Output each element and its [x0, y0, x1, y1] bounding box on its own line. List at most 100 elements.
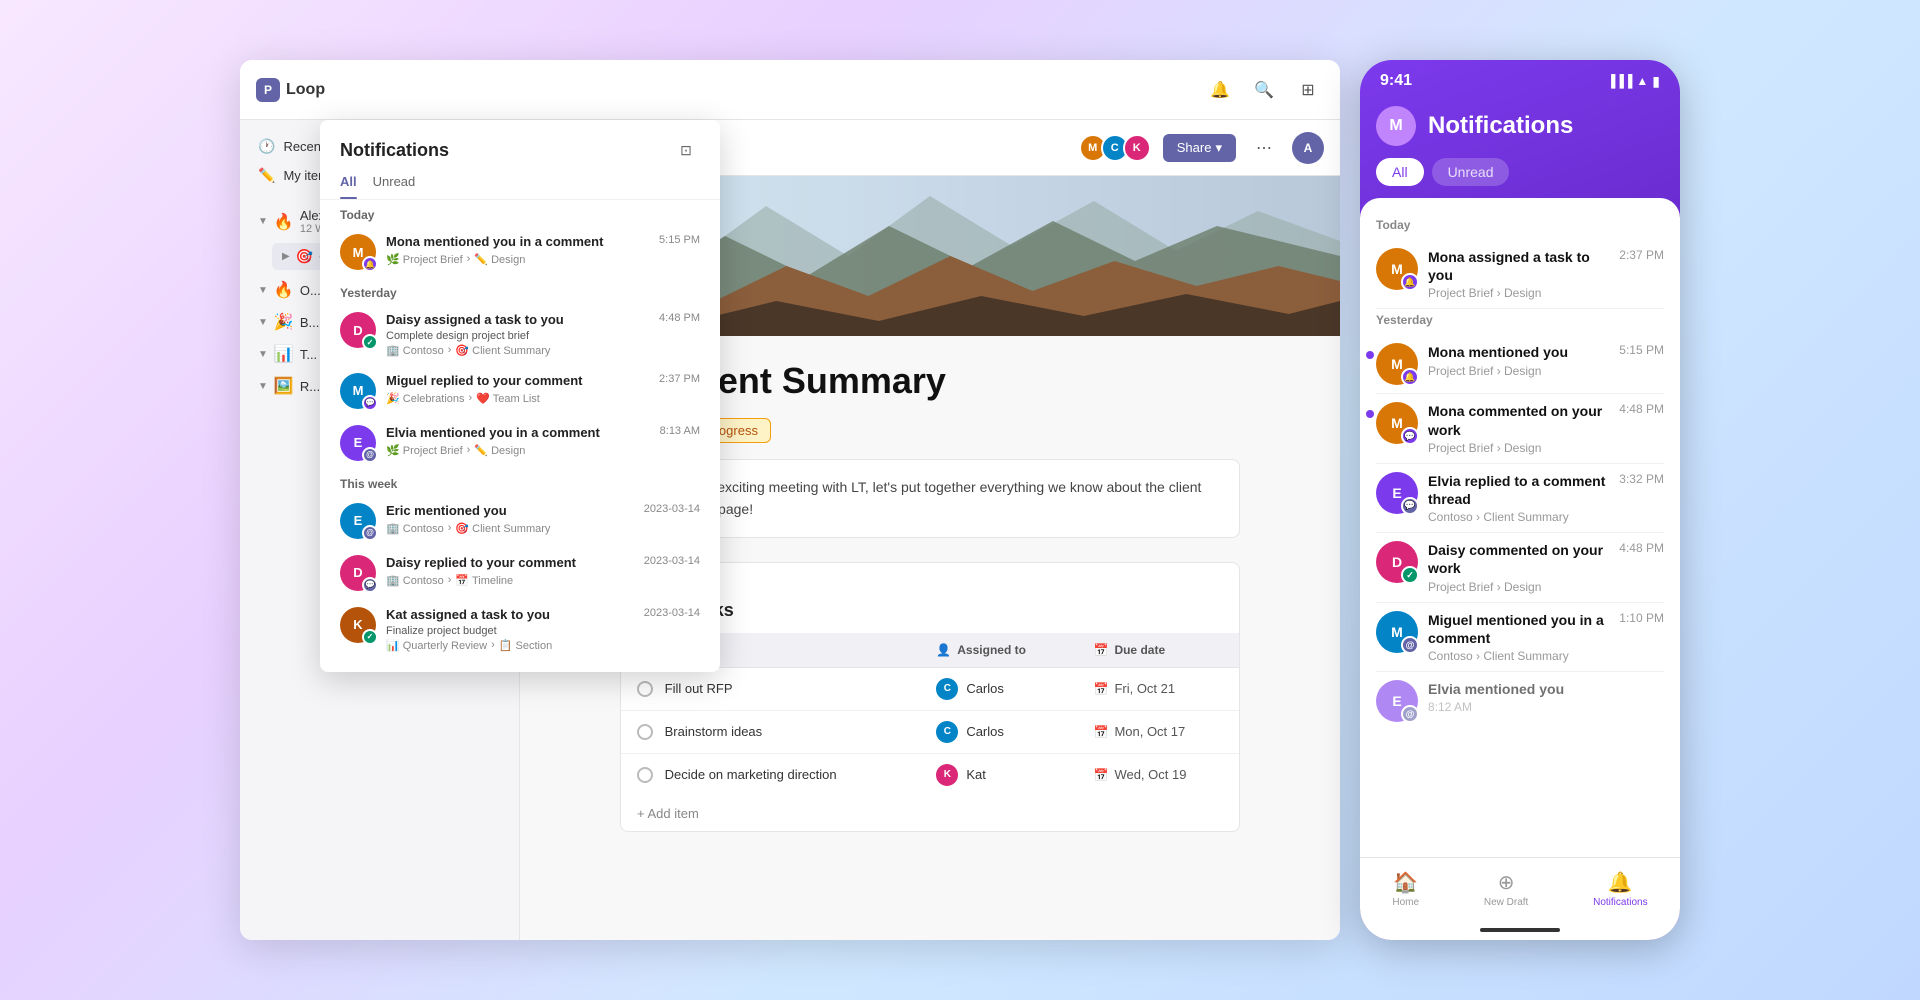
- assignee-1: C Carlos: [936, 678, 1061, 700]
- o-emoji: 🔥: [274, 280, 294, 300]
- notif-avatar-daisy-week: D 💬: [340, 555, 376, 591]
- mobile-notif-item[interactable]: M 🔔 Mona assigned a task to you Project …: [1376, 240, 1664, 309]
- client-emoji: 🎯: [296, 248, 313, 265]
- notif-item[interactable]: M 🔔 Mona mentioned you in a comment 🌿 Pr…: [332, 226, 708, 278]
- mobile-notif-item[interactable]: D ✓ Daisy commented on your work Project…: [1376, 533, 1664, 602]
- notif-tab-all-wrapper: All: [340, 172, 357, 199]
- mobile-notif-item[interactable]: M 🔔 Mona mentioned you Project Brief › D…: [1376, 335, 1664, 394]
- nav-home[interactable]: 🏠 Home: [1380, 866, 1431, 912]
- notif-settings-icon[interactable]: ⊡: [672, 136, 700, 164]
- notif-content-kat: Kat assigned a task to you Finalize proj…: [386, 607, 634, 652]
- elvia-bc1: 🌿 Project Brief: [386, 444, 463, 457]
- breadcrumb-part2: ✏️ Design: [474, 253, 525, 266]
- notif-badge-daisy-week: 💬: [362, 577, 378, 593]
- notif-item[interactable]: D 💬 Daisy replied to your comment 🏢 Cont…: [332, 547, 708, 599]
- search-icon[interactable]: 🔍: [1248, 74, 1280, 106]
- notif-section-today: Today: [332, 200, 708, 226]
- eric-bc1: 🏢 Contoso: [386, 522, 444, 535]
- mobile-user-avatar[interactable]: M: [1376, 106, 1416, 146]
- task-3-name: Decide on marketing direction: [665, 767, 837, 782]
- notif-item[interactable]: E @ Elvia mentioned you in a comment 🌿 P…: [332, 417, 708, 469]
- notifications-nav-icon: 🔔: [1608, 870, 1633, 895]
- mobile-notif-item[interactable]: M @ Miguel mentioned you in a comment Co…: [1376, 603, 1664, 672]
- mobile-notif-name-elvia: Elvia replied to a comment thread: [1428, 472, 1609, 508]
- mobile-notif-name-mona-comm: Mona commented on your work: [1428, 402, 1609, 438]
- mobile-badge-mona-ment: 🔔: [1401, 368, 1419, 386]
- mobile-notif-item[interactable]: M 💬 Mona commented on your work Project …: [1376, 394, 1664, 463]
- mobile-notifications-title: Notifications: [1428, 112, 1664, 140]
- mobile-tab-unread[interactable]: Unread: [1432, 158, 1510, 186]
- notif-badge-kat: ✓: [362, 629, 378, 645]
- daisy-bc2: 🎯 Client Summary: [455, 344, 550, 357]
- notif-tab-unread[interactable]: Unread: [373, 172, 416, 197]
- notif-tab-all[interactable]: All: [340, 172, 357, 197]
- status-icons: ▐▐▐ ▲ ▮: [1607, 73, 1660, 90]
- notif-panel-title: Notifications: [340, 140, 449, 161]
- notif-time-mona-today: 5:15 PM: [659, 234, 700, 246]
- bell-icon[interactable]: 🔔: [1204, 74, 1236, 106]
- notif-text-daisy: Daisy assigned a task to you: [386, 312, 649, 329]
- mobile-avatar-mona-comm: M 💬: [1376, 402, 1418, 444]
- r-label: R...: [300, 379, 320, 394]
- table-row: Decide on marketing direction K Kat: [621, 753, 1239, 796]
- task-2-checkbox[interactable]: [637, 724, 653, 740]
- mobile-notif-item[interactable]: E @ Elvia mentioned you 8:12 AM: [1376, 672, 1664, 730]
- notif-time-daisy-week: 2023-03-14: [644, 555, 700, 567]
- assignee-3-cell: K Kat: [920, 753, 1077, 796]
- task-3-checkbox[interactable]: [637, 767, 653, 783]
- miguel-bc2: ❤️ Team List: [476, 392, 540, 405]
- notif-badge-chat: 💬: [362, 395, 378, 411]
- notif-item[interactable]: M 💬 Miguel replied to your comment 🎉 Cel…: [332, 365, 708, 417]
- due-3-cell: 📅 Wed, Oct 19: [1077, 753, 1239, 796]
- mobile-notif-time-mona-ment: 5:15 PM: [1619, 343, 1664, 357]
- add-item-button[interactable]: + Add item: [621, 796, 1239, 831]
- task-1-checkbox[interactable]: [637, 681, 653, 697]
- more-options-icon[interactable]: ⋯: [1248, 132, 1280, 164]
- mobile-notif-sub-mona-ment: Project Brief › Design: [1428, 364, 1609, 378]
- home-bar: [1480, 928, 1560, 932]
- user-profile-icon[interactable]: A: [1292, 132, 1324, 164]
- mobile-notif-time-miguel: 1:10 PM: [1619, 611, 1664, 625]
- collapse-r-icon: ▼: [258, 381, 268, 392]
- notif-content-miguel: Miguel replied to your comment 🎉 Celebra…: [386, 373, 649, 405]
- t-label: T...: [300, 347, 317, 362]
- assignee-3-avatar: K: [936, 764, 958, 786]
- mobile-notif-time-mona-today: 2:37 PM: [1619, 248, 1664, 262]
- notif-text-eric: Eric mentioned you: [386, 503, 634, 520]
- workspace-emoji: 🔥: [274, 212, 294, 232]
- collapse-b-icon: ▼: [258, 317, 268, 328]
- notif-item[interactable]: D ✓ Daisy assigned a task to you Complet…: [332, 304, 708, 365]
- share-button[interactable]: Share ▾: [1163, 134, 1236, 162]
- daisy-week-bc1: 🏢 Contoso: [386, 574, 444, 587]
- notif-tabs-bar: All Unread: [320, 172, 720, 200]
- mobile-tab-all[interactable]: All: [1376, 158, 1424, 186]
- notif-item[interactable]: E @ Eric mentioned you 🏢 Contoso › 🎯 Cli…: [332, 495, 708, 547]
- notif-text-elvia: Elvia mentioned you in a comment: [386, 425, 650, 442]
- mobile-badge-miguel: @: [1401, 636, 1419, 654]
- col-assignee: 👤 Assigned to: [920, 633, 1077, 668]
- assignee-col-label: Assigned to: [957, 643, 1026, 657]
- share-label: Share: [1177, 140, 1212, 155]
- mobile-notif-sub-daisy: Project Brief › Design: [1428, 580, 1609, 594]
- task-2-cell: Brainstorm ideas: [621, 710, 920, 753]
- expand-icon: ▶: [282, 251, 290, 262]
- battery-icon: ▮: [1652, 73, 1660, 90]
- nav-new-draft[interactable]: ⊕ New Draft: [1472, 866, 1540, 912]
- grid-icon[interactable]: ⊞: [1292, 74, 1324, 106]
- notif-avatar-elvia: E @: [340, 425, 376, 461]
- mobile-notif-item[interactable]: E 💬 Elvia replied to a comment thread Co…: [1376, 464, 1664, 533]
- notif-item[interactable]: K ✓ Kat assigned a task to you Finalize …: [332, 599, 708, 660]
- b-label: B...: [300, 315, 320, 330]
- notif-badge-at: @: [362, 447, 378, 463]
- calendar-3-icon: 📅: [1093, 768, 1108, 782]
- mobile-avatar-daisy: D ✓: [1376, 541, 1418, 583]
- due-2-text: Mon, Oct 17: [1114, 724, 1185, 739]
- nav-notifications[interactable]: 🔔 Notifications: [1581, 866, 1659, 912]
- mobile-avatar-mona-ment: M 🔔: [1376, 343, 1418, 385]
- miguel-bc1: 🎉 Celebrations: [386, 392, 465, 405]
- add-item-label: + Add item: [637, 806, 699, 821]
- doc-description-text: Just had an exciting meeting with LT, le…: [641, 479, 1201, 517]
- assignee-3-name: Kat: [966, 767, 986, 782]
- mobile-avatar-elvia2: E @: [1376, 680, 1418, 722]
- task-1-name: Fill out RFP: [665, 681, 733, 696]
